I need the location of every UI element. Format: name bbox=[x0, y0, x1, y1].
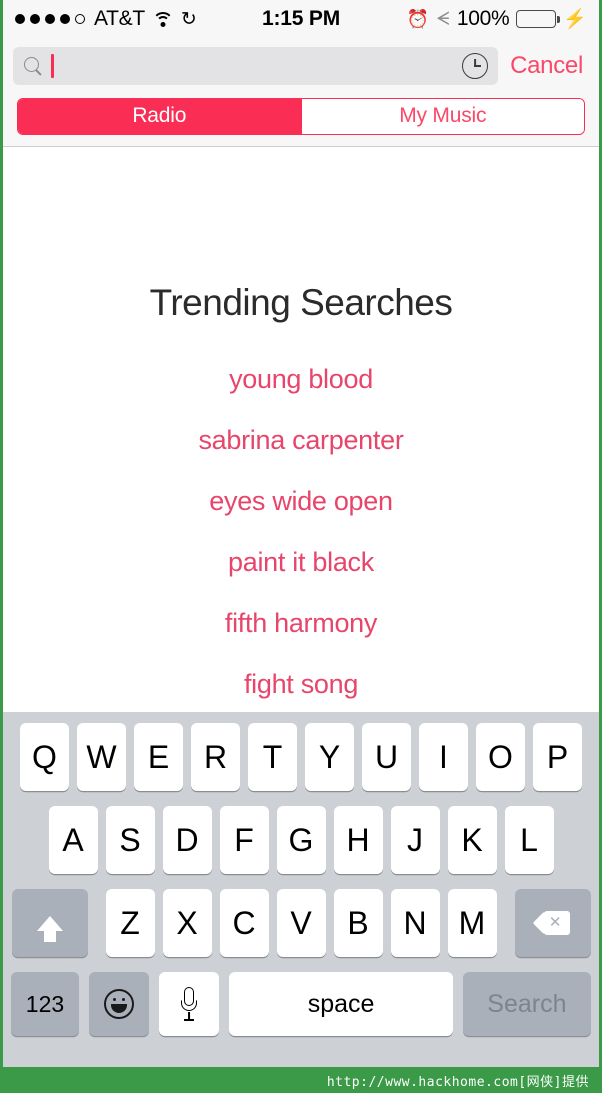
trending-item[interactable]: sabrina carpenter bbox=[198, 425, 403, 456]
battery-icon bbox=[516, 10, 560, 28]
cancel-button[interactable]: Cancel bbox=[506, 52, 589, 80]
key-a[interactable]: A bbox=[48, 806, 98, 874]
backspace-key[interactable]: ✕ bbox=[514, 889, 591, 957]
status-bar-right: ⏰ ᗕ 100% ⚡ bbox=[407, 7, 587, 31]
key-m[interactable]: M bbox=[447, 889, 497, 957]
lightning-bolt-icon: ⚡ bbox=[563, 8, 587, 30]
status-bar-left: AT&T ↻ bbox=[15, 7, 197, 31]
wifi-icon bbox=[152, 11, 174, 27]
tab-radio[interactable]: Radio bbox=[18, 98, 301, 134]
status-bar: AT&T ↻ 1:15 PM ⏰ ᗕ 100% ⚡ bbox=[3, 0, 599, 38]
key-x[interactable]: X bbox=[162, 889, 212, 957]
trending-item[interactable]: young blood bbox=[229, 364, 373, 395]
segmented-control-container: Radio My Music bbox=[3, 94, 599, 147]
on-screen-keyboard: Q W E R T Y U I O P A S D F G H J K L Z bbox=[3, 712, 599, 1067]
key-r[interactable]: R bbox=[191, 723, 240, 791]
keyboard-row-3: Z X C V B N M ✕ bbox=[6, 889, 596, 957]
clock-icon[interactable] bbox=[462, 53, 489, 79]
key-s[interactable]: S bbox=[105, 806, 155, 874]
key-l[interactable]: L bbox=[504, 806, 554, 874]
key-f[interactable]: F bbox=[219, 806, 269, 874]
key-h[interactable]: H bbox=[333, 806, 383, 874]
search-bar: Cancel bbox=[3, 38, 599, 94]
battery-percent-label: 100% bbox=[456, 7, 510, 30]
signal-strength-icon bbox=[15, 14, 85, 24]
trending-item[interactable]: fight song bbox=[244, 669, 358, 700]
emoji-icon bbox=[104, 989, 135, 1019]
keyboard-row-2: A S D F G H J K L bbox=[6, 806, 596, 874]
key-e[interactable]: E bbox=[134, 723, 183, 791]
sync-icon: ↻ bbox=[180, 8, 197, 30]
keyboard-row-1: Q W E R T Y U I O P bbox=[6, 723, 596, 791]
space-key[interactable]: space bbox=[229, 972, 453, 1036]
backspace-icon: ✕ bbox=[532, 911, 570, 935]
search-icon bbox=[23, 56, 43, 76]
watermark: http://www.hackhome.com[网侠]提供 bbox=[3, 1067, 599, 1093]
numbers-key[interactable]: 123 bbox=[11, 972, 79, 1036]
key-t[interactable]: T bbox=[248, 723, 297, 791]
key-k[interactable]: K bbox=[447, 806, 497, 874]
trending-item[interactable]: paint it black bbox=[228, 547, 374, 578]
key-p[interactable]: P bbox=[533, 723, 582, 791]
key-q[interactable]: Q bbox=[20, 723, 69, 791]
phone-screen: AT&T ↻ 1:15 PM ⏰ ᗕ 100% ⚡ Cancel Radio M… bbox=[0, 0, 602, 1093]
alarm-icon: ⏰ bbox=[406, 9, 430, 29]
key-o[interactable]: O bbox=[476, 723, 525, 791]
key-d[interactable]: D bbox=[162, 806, 212, 874]
carrier-label: AT&T bbox=[94, 7, 145, 30]
key-c[interactable]: C bbox=[219, 889, 269, 957]
key-w[interactable]: W bbox=[77, 723, 126, 791]
key-b[interactable]: B bbox=[333, 889, 383, 957]
trending-item[interactable]: eyes wide open bbox=[209, 486, 393, 517]
shift-key[interactable] bbox=[11, 889, 88, 957]
key-n[interactable]: N bbox=[390, 889, 440, 957]
shift-icon bbox=[36, 915, 63, 942]
key-j[interactable]: J bbox=[390, 806, 440, 874]
page-title: Trending Searches bbox=[149, 282, 453, 323]
search-input[interactable] bbox=[13, 47, 499, 85]
key-z[interactable]: Z bbox=[105, 889, 155, 957]
key-v[interactable]: V bbox=[276, 889, 326, 957]
key-i[interactable]: I bbox=[419, 723, 468, 791]
key-y[interactable]: Y bbox=[305, 723, 354, 791]
segmented-control: Radio My Music bbox=[17, 97, 585, 135]
search-return-key[interactable]: Search bbox=[462, 972, 591, 1036]
text-cursor bbox=[51, 54, 54, 78]
bluetooth-icon: ᗕ bbox=[436, 8, 450, 30]
emoji-key[interactable] bbox=[88, 972, 150, 1036]
key-u[interactable]: U bbox=[362, 723, 411, 791]
trending-item[interactable]: fifth harmony bbox=[225, 608, 377, 639]
keyboard-row-4: 123 space Search bbox=[6, 972, 596, 1036]
trending-searches-panel: Trending Searches young blood sabrina ca… bbox=[3, 147, 599, 712]
key-g[interactable]: G bbox=[276, 806, 326, 874]
dictation-key[interactable] bbox=[159, 972, 220, 1036]
microphone-icon bbox=[181, 987, 198, 1021]
tab-my-music[interactable]: My Music bbox=[300, 98, 584, 134]
